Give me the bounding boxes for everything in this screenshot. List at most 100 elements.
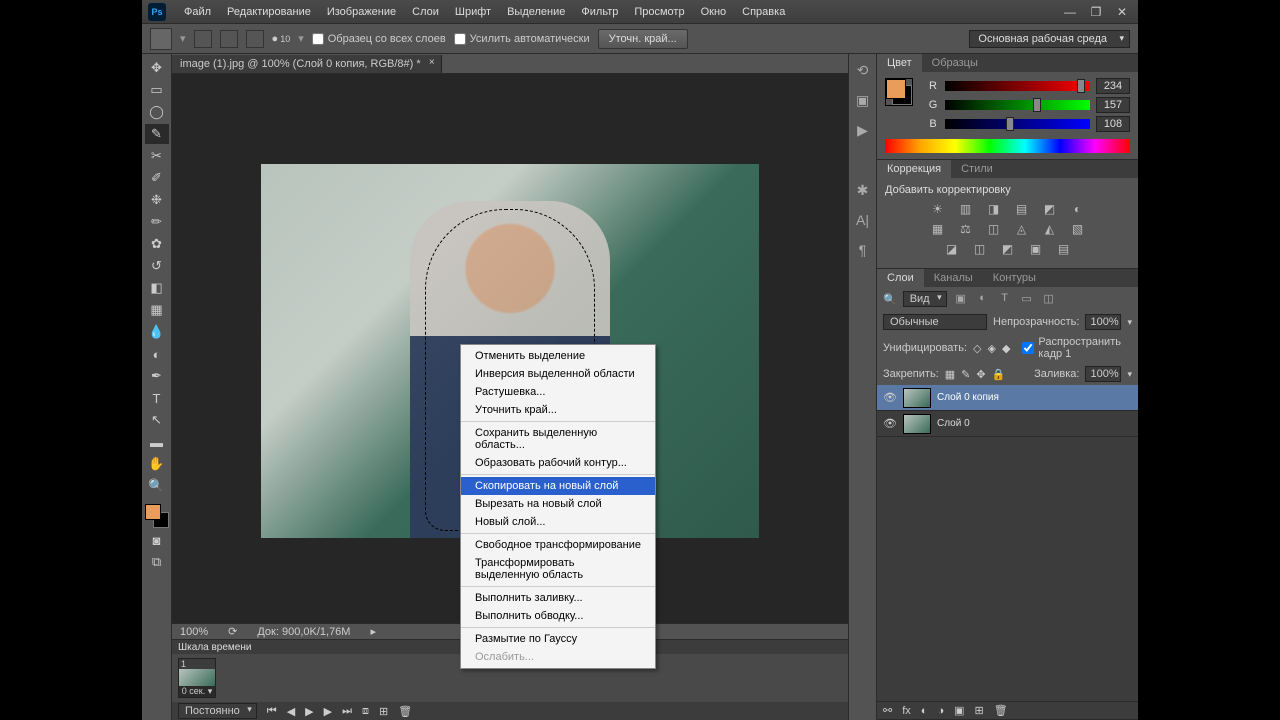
blur-tool[interactable]: 💧 [145,322,169,342]
prev-frame-button[interactable]: ◀ [287,705,295,718]
g-value[interactable]: 157 [1096,97,1130,113]
menu-шрифт[interactable]: Шрифт [447,2,499,22]
lock-position-icon[interactable]: ✥ [976,368,985,381]
brush-preset-3[interactable] [246,30,264,48]
sync-icon[interactable]: ⟳ [228,625,237,638]
new-frame-button[interactable]: ⊞ [379,705,388,718]
tab-color[interactable]: Цвет [877,54,922,72]
brush-panel-icon[interactable]: ✱ [853,180,873,200]
paragraph-panel-icon[interactable]: ¶ [853,240,873,260]
tab-paths[interactable]: Контуры [983,269,1046,287]
move-tool[interactable]: ✥ [145,58,169,78]
menu-фильтр[interactable]: Фильтр [573,2,626,22]
delete-layer-icon[interactable]: 🗑 [994,704,1008,717]
brush-size[interactable]: ●10 [272,33,291,45]
color-preview[interactable] [885,78,913,106]
brush-tool[interactable]: ✏ [145,212,169,232]
context-menu[interactable]: Отменить выделениеИнверсия выделенной об… [460,344,656,669]
ctx-item[interactable]: Размытие по Гауссу [461,630,655,648]
healing-brush-tool[interactable]: ❉ [145,190,169,210]
menu-выделение[interactable]: Выделение [499,2,573,22]
filter-shape-icon[interactable]: ▭ [1019,292,1035,306]
last-frame-button[interactable]: ⏭ [342,705,352,718]
ctx-item[interactable]: Свободное трансформирование [461,536,655,554]
sample-all-layers-checkbox[interactable]: Образец со всех слоев [312,33,446,45]
filter-pixel-icon[interactable]: ▣ [953,292,969,306]
group-icon[interactable]: ▣ [954,704,964,717]
ctx-item[interactable]: Инверсия выделенной области [461,365,655,383]
filter-smart-icon[interactable]: ◫ [1041,292,1057,306]
type-tool[interactable]: T [145,388,169,408]
brush-preset-2[interactable] [220,30,238,48]
quick-mask-toggle[interactable]: ◙ [145,530,169,550]
b-value[interactable]: 108 [1096,116,1130,132]
first-frame-button[interactable]: ⏮ [267,705,277,718]
history-brush-tool[interactable]: ↺ [145,256,169,276]
menu-редактирование[interactable]: Редактирование [219,2,319,22]
workspace-dropdown[interactable]: Основная рабочая среда [969,30,1130,48]
close-tab-icon[interactable]: × [429,57,435,68]
g-slider[interactable] [945,100,1090,110]
layer-mask-icon[interactable]: ◐ [921,705,928,717]
r-slider[interactable] [945,81,1090,91]
visibility-icon[interactable]: 👁 [883,391,897,404]
ctx-item[interactable]: Уточнить край... [461,401,655,419]
menu-просмотр[interactable]: Просмотр [626,2,692,22]
next-frame-button[interactable]: ▶ [324,705,332,718]
layer-thumbnail[interactable] [903,414,931,434]
ctx-item[interactable]: Отменить выделение [461,347,655,365]
eyedropper-tool[interactable]: ✐ [145,168,169,188]
timeline-frame[interactable]: 1 0 сек. ▾ [178,658,216,698]
ctx-item[interactable]: Растушевка... [461,383,655,401]
current-tool-icon[interactable] [150,28,172,50]
opacity-value[interactable]: 100% [1085,314,1121,330]
ctx-item[interactable]: Скопировать на новый слой [461,477,655,495]
pen-tool[interactable]: ✒ [145,366,169,386]
ctx-item[interactable]: Сохранить выделенную область... [461,424,655,454]
screen-mode-toggle[interactable]: ⧉ [145,552,169,572]
delete-frame-button[interactable]: 🗑 [398,705,412,718]
tween-button[interactable]: ⧈ [362,705,369,718]
eraser-tool[interactable]: ◧ [145,278,169,298]
foreground-color-swatch[interactable] [145,504,161,520]
menu-справка[interactable]: Справка [734,2,793,22]
b-slider[interactable] [945,119,1090,129]
hand-tool[interactable]: ✋ [145,454,169,474]
menu-окно[interactable]: Окно [693,2,735,22]
layer-thumbnail[interactable] [903,388,931,408]
blend-mode-dropdown[interactable]: Обычные [883,314,987,330]
crop-tool[interactable]: ✂ [145,146,169,166]
gradient-tool[interactable]: ▦ [145,300,169,320]
tab-styles[interactable]: Стили [951,160,1003,178]
r-value[interactable]: 234 [1096,78,1130,94]
play-panel-icon[interactable]: ▶ [853,120,873,140]
path-selection-tool[interactable]: ↖ [145,410,169,430]
document-tab[interactable]: image (1).jpg @ 100% (Слой 0 копия, RGB/… [172,55,442,73]
tab-swatches[interactable]: Образцы [922,54,988,72]
ctx-item[interactable]: Вырезать на новый слой [461,495,655,513]
menu-слои[interactable]: Слои [404,2,447,22]
tab-adjustments[interactable]: Коррекция [877,160,951,178]
filter-type-icon[interactable]: T [997,292,1013,306]
zoom-tool[interactable]: 🔍 [145,476,169,496]
link-layers-icon[interactable]: ⚯ [883,704,892,717]
loop-dropdown[interactable]: Постоянно [178,703,257,719]
clone-stamp-tool[interactable]: ✿ [145,234,169,254]
refine-edge-button[interactable]: Уточн. край... [598,29,688,49]
play-button[interactable]: ▶ [305,705,313,718]
visibility-icon[interactable]: 👁 [883,417,897,430]
maximize-button[interactable]: ❐ [1086,5,1106,19]
menu-изображение[interactable]: Изображение [319,2,404,22]
ctx-item[interactable]: Выполнить обводку... [461,607,655,625]
tab-channels[interactable]: Каналы [924,269,983,287]
brush-preset-1[interactable] [194,30,212,48]
foreground-background-colors[interactable] [145,504,169,528]
layer-row[interactable]: 👁Слой 0 [877,411,1138,437]
ctx-item[interactable]: Выполнить заливку... [461,589,655,607]
zoom-level[interactable]: 100% [180,626,208,638]
close-button[interactable]: ✕ [1112,5,1132,19]
layer-filter-dropdown[interactable]: Вид [903,291,947,307]
adjustment-layer-icon[interactable]: ◑ [937,705,944,717]
minimize-button[interactable]: — [1060,5,1080,19]
spectrum-bar[interactable] [885,139,1130,153]
